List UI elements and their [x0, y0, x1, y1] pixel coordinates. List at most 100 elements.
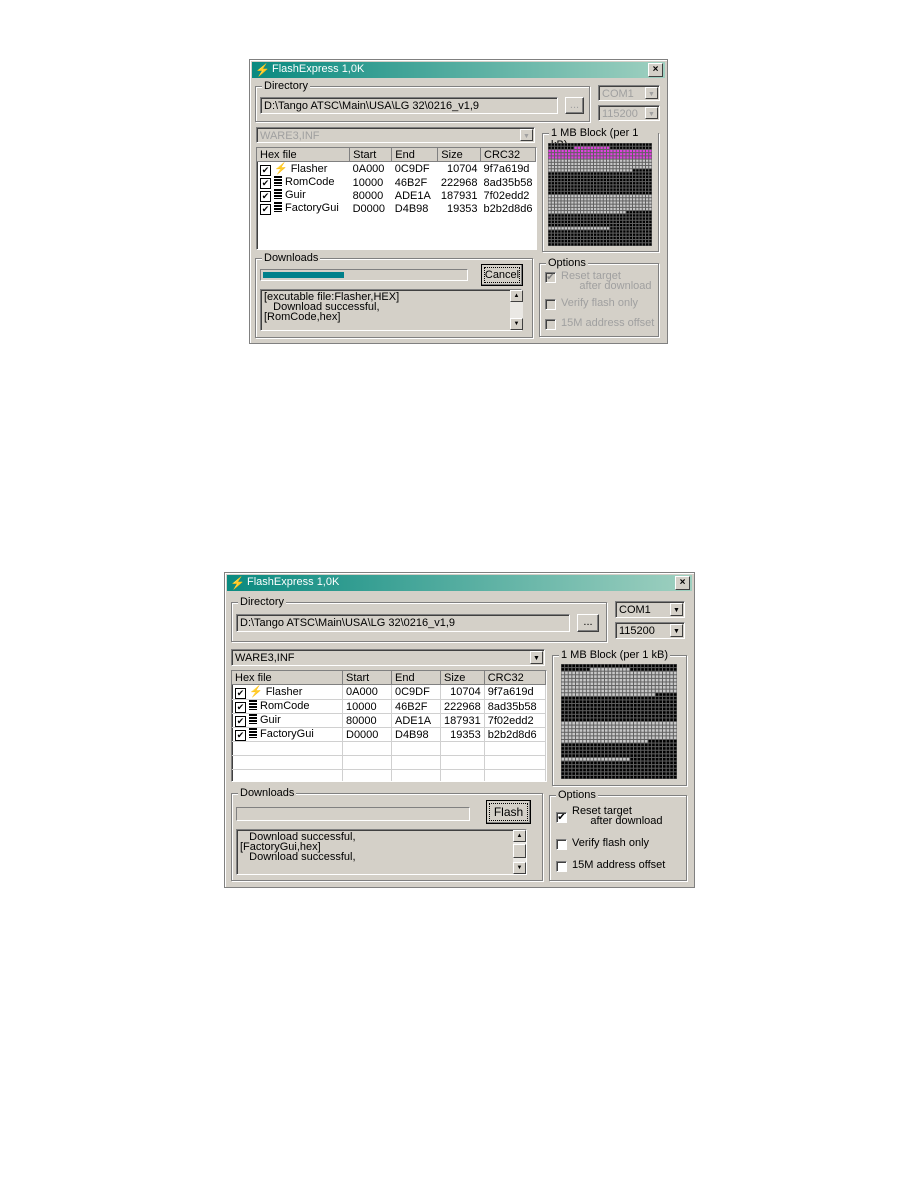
column-end[interactable]: End — [391, 148, 439, 162]
cancel-button[interactable]: Cancel — [481, 264, 523, 286]
block-cell — [571, 204, 574, 207]
block-cell — [615, 772, 619, 775]
block-cell — [568, 217, 571, 220]
port-select[interactable]: COM1 ▼ — [615, 601, 685, 618]
log-scrollbar[interactable]: ▲ ▼ — [510, 290, 523, 330]
chevron-down-icon[interactable]: ▼ — [670, 603, 683, 616]
verify-flash-checkbox[interactable]: Verify flash only — [545, 298, 655, 310]
column-crc32[interactable]: CRC32 — [484, 671, 546, 685]
file-checkbox[interactable]: ✔ — [235, 688, 246, 699]
column-hex-file[interactable]: Hex file — [232, 671, 343, 685]
file-row[interactable]: ✔ FactoryGui D0000 D4B98 19353 b2b2d8d6 — [232, 727, 546, 742]
chevron-down-icon[interactable]: ▼ — [520, 129, 533, 141]
column-start[interactable]: Start — [342, 671, 392, 685]
file-row[interactable]: ✔ RomCode 10000 46B2F 222968 8ad35b58 — [257, 176, 536, 189]
block-cell — [641, 671, 644, 675]
column-size[interactable]: Size — [437, 148, 482, 162]
block-cell — [581, 172, 584, 175]
scroll-down-icon[interactable]: ▼ — [513, 862, 526, 874]
download-log[interactable]: Download successful, [FactoryGui,hex] Do… — [236, 829, 527, 875]
block-cell — [626, 664, 630, 668]
file-row[interactable]: ✔ ⚡ Flasher 0A000 0C9DF 10704 9f7a619d — [232, 684, 546, 700]
file-checkbox[interactable]: ✔ — [235, 730, 246, 741]
block-cell — [673, 707, 677, 711]
block-cell — [639, 178, 642, 182]
address-offset-checkbox[interactable]: 15M address offset — [545, 318, 655, 330]
file-checkbox[interactable]: ✔ — [235, 702, 246, 713]
block-cell — [594, 169, 597, 172]
block-cell — [572, 772, 575, 775]
verify-flash-checkbox[interactable]: Verify flash only — [556, 838, 681, 850]
file-row[interactable]: ✔ Guir 80000 ADE1A 187931 7f02edd2 — [257, 189, 536, 202]
chevron-down-icon[interactable]: ▼ — [670, 624, 683, 637]
checkbox-box[interactable]: ✔ — [545, 272, 556, 283]
block-cell — [607, 178, 610, 182]
block-cell — [568, 220, 571, 223]
file-row[interactable]: ✔ FactoryGui D0000 D4B98 19353 b2b2d8d6 — [257, 202, 536, 215]
column-end[interactable]: End — [391, 671, 441, 685]
block-cell — [637, 686, 641, 689]
port-select[interactable]: COM1 ▼ — [598, 85, 660, 101]
baud-select[interactable]: 115200 ▼ — [615, 622, 685, 639]
block-cell — [607, 233, 610, 236]
block-cell — [603, 236, 606, 240]
block-cell — [601, 725, 604, 729]
file-row[interactable]: ✔ ⚡ Flasher 0A000 0C9DF 10704 9f7a619d — [257, 162, 536, 176]
block-cell — [574, 149, 577, 153]
scroll-up-icon[interactable]: ▲ — [513, 830, 526, 842]
log-scrollbar[interactable]: ▲ ▼ — [513, 830, 526, 874]
block-cell — [564, 195, 567, 198]
hex-file-list[interactable]: Hex file Start End Size CRC32 ✔ ⚡ Flasher 0… — [256, 147, 537, 250]
browse-button[interactable]: ... — [577, 614, 599, 632]
flash-button[interactable]: Flash — [486, 800, 531, 824]
file-checkbox[interactable]: ✔ — [260, 178, 271, 189]
block-cell — [597, 162, 600, 166]
start-cell: 80000 — [352, 189, 384, 202]
block-cell — [620, 236, 623, 240]
download-log[interactable]: [excutable file:Flasher,HEX] Download su… — [260, 289, 522, 331]
file-checkbox[interactable]: ✔ — [235, 716, 246, 727]
block-cell — [637, 747, 641, 750]
file-checkbox[interactable]: ✔ — [260, 204, 271, 215]
scroll-thumb[interactable] — [513, 844, 526, 858]
file-checkbox[interactable]: ✔ — [260, 191, 271, 202]
column-crc32[interactable]: CRC32 — [480, 148, 536, 162]
checkbox-box[interactable] — [556, 861, 567, 872]
scroll-up-icon[interactable]: ▲ — [510, 290, 523, 302]
close-icon[interactable]: × — [648, 63, 663, 77]
chevron-down-icon[interactable]: ▼ — [530, 651, 543, 664]
browse-button[interactable]: ... — [565, 97, 584, 114]
reset-target-checkbox[interactable]: ✔ Reset target after download — [545, 271, 655, 293]
column-start[interactable]: Start — [349, 148, 393, 162]
block-cell — [600, 207, 603, 211]
reset-target-checkbox[interactable]: ✔ Reset target after download — [556, 806, 681, 828]
address-offset-checkbox[interactable]: 15M address offset — [556, 860, 681, 872]
block-cell — [610, 153, 613, 156]
chevron-down-icon[interactable]: ▼ — [645, 107, 658, 119]
block-cell — [579, 704, 583, 707]
block-cell — [608, 686, 612, 689]
file-checkbox[interactable]: ✔ — [260, 165, 271, 176]
inf-file-select[interactable]: WARE3,INF ▼ — [256, 127, 535, 143]
block-cell — [626, 156, 629, 159]
block-cell — [587, 166, 590, 169]
block-cell — [615, 736, 619, 739]
column-size[interactable]: Size — [440, 671, 485, 685]
close-icon[interactable]: × — [675, 576, 690, 590]
chevron-down-icon[interactable]: ▼ — [645, 87, 658, 99]
checkbox-box[interactable]: ✔ — [556, 812, 567, 823]
directory-path-field[interactable]: D:\Tango ATSC\Main\USA\LG 32\0216_v1,9 — [236, 614, 570, 632]
baud-select[interactable]: 115200 ▼ — [598, 105, 660, 121]
block-cell — [612, 722, 615, 725]
checkbox-box[interactable] — [545, 319, 556, 330]
checkbox-box[interactable] — [556, 839, 567, 850]
column-hex-file[interactable]: Hex file — [257, 148, 351, 162]
file-row[interactable]: ✔ RomCode 10000 46B2F 222968 8ad35b58 — [232, 699, 546, 714]
directory-path-field[interactable]: D:\Tango ATSC\Main\USA\LG 32\0216_v1,9 — [260, 97, 558, 114]
file-row[interactable]: ✔ Guir 80000 ADE1A 187931 7f02edd2 — [232, 713, 546, 728]
inf-file-select[interactable]: WARE3,INF ▼ — [231, 649, 545, 666]
block-cell — [646, 217, 649, 220]
scroll-down-icon[interactable]: ▼ — [510, 318, 523, 330]
hex-file-list[interactable]: Hex file Start End Size CRC32 ✔ ⚡ Flasher 0… — [231, 670, 547, 782]
checkbox-box[interactable] — [545, 299, 556, 310]
